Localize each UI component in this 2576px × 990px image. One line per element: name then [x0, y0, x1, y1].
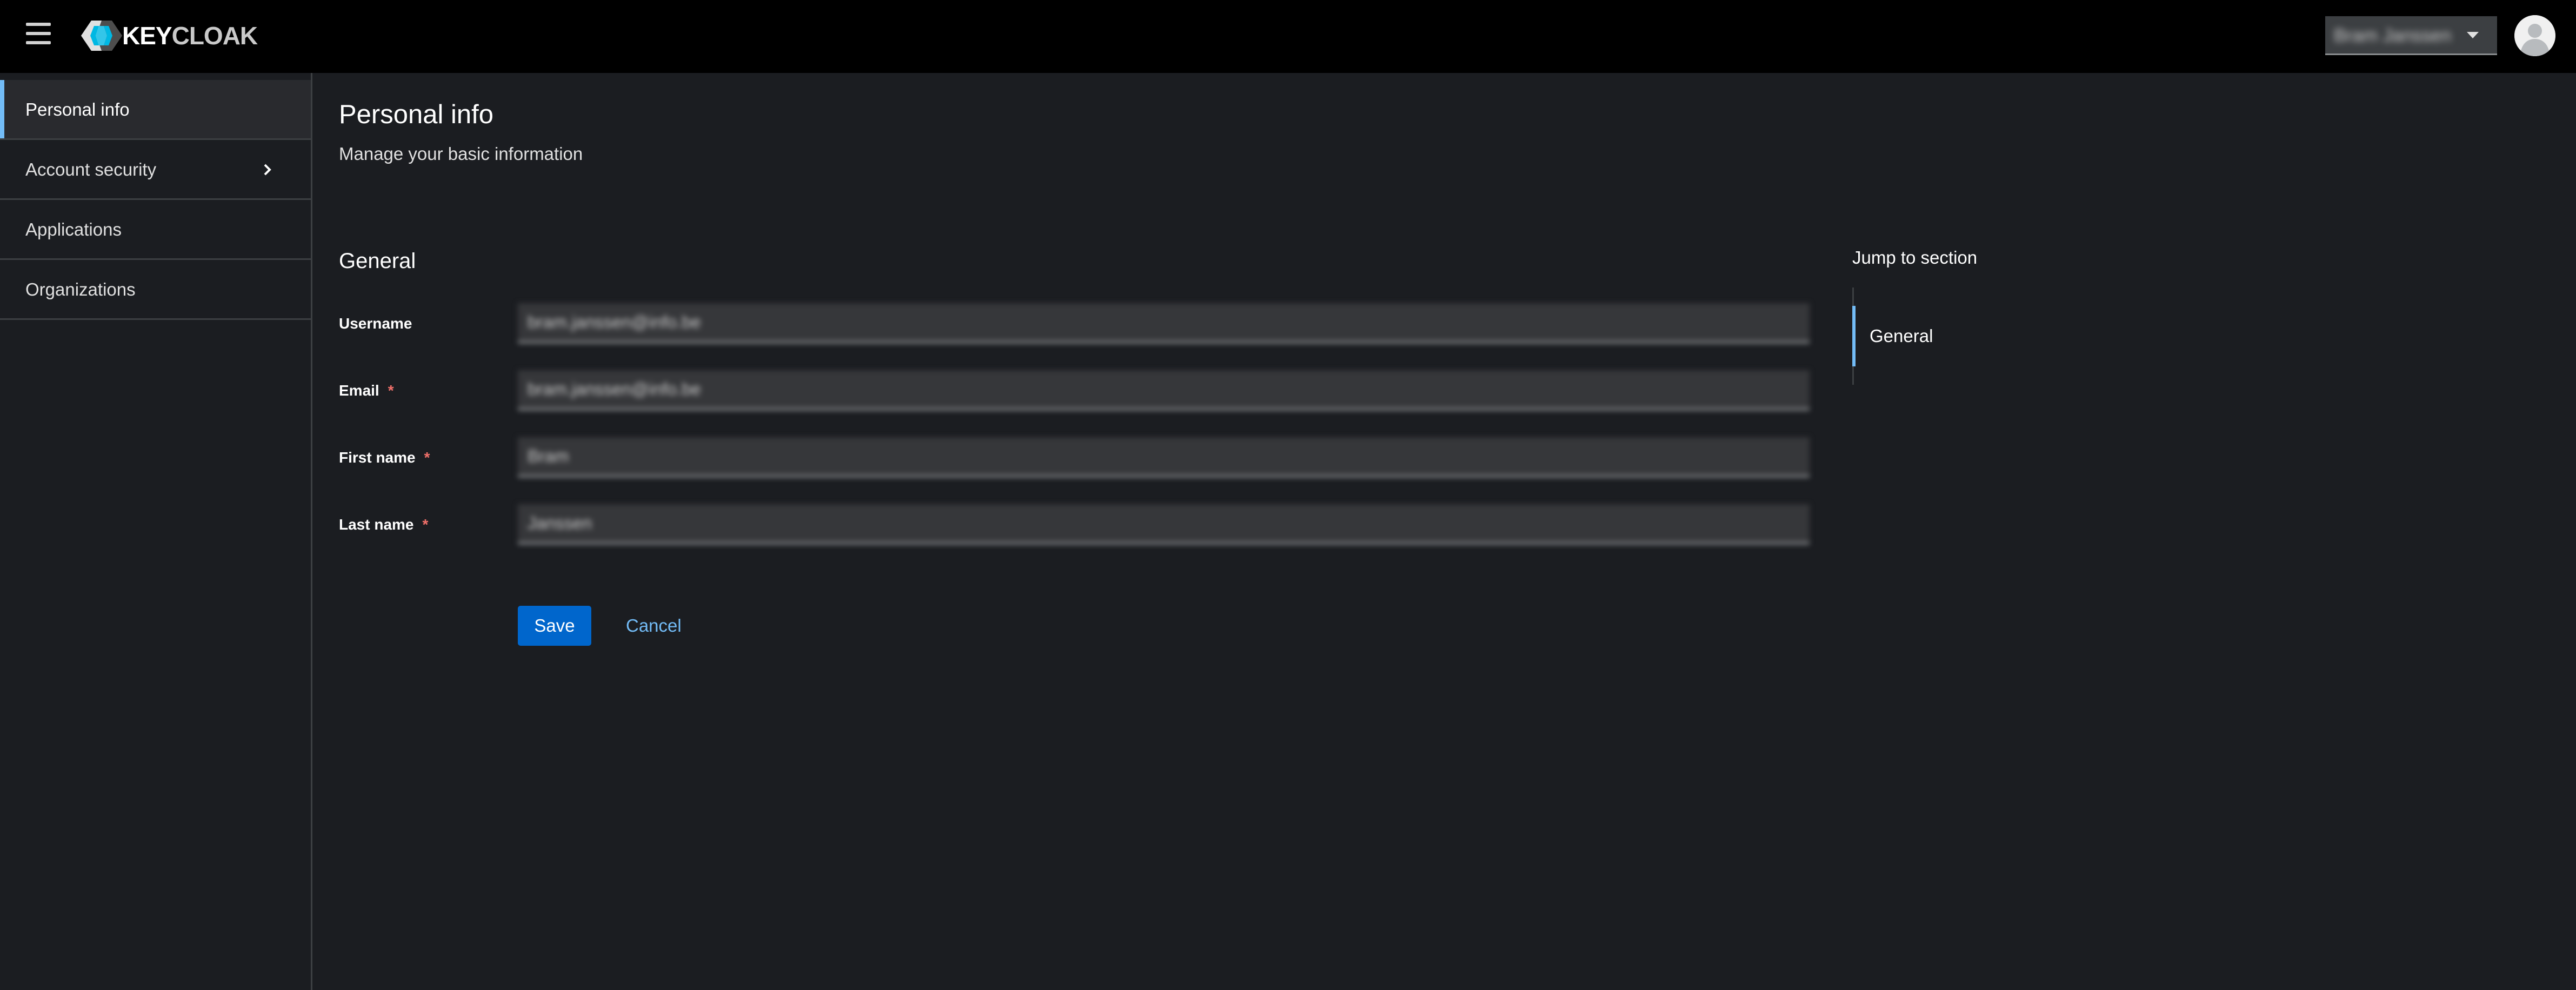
sidebar-item-label: Organizations	[25, 279, 136, 299]
page-subtitle: Manage your basic information	[339, 144, 583, 164]
user-menu-toggle[interactable]: Bram Janssen	[2325, 16, 2497, 55]
avatar-silhouette-icon	[2514, 15, 2555, 56]
email-label-text: Email	[339, 382, 379, 399]
email-label: Email *	[339, 382, 394, 400]
username-label: Username	[339, 315, 412, 333]
username-field[interactable]	[518, 303, 1810, 343]
first-name-label: First name *	[339, 449, 430, 467]
brand-text-cloak: CLOAK	[171, 22, 258, 50]
jump-link-general[interactable]: General	[1852, 306, 2014, 366]
email-field[interactable]	[518, 370, 1810, 410]
sidebar-item-label: Personal info	[25, 99, 130, 119]
last-name-label: Last name *	[339, 516, 428, 534]
sidebar-item-label: Applications	[25, 219, 122, 239]
section-title-general: General	[339, 249, 416, 273]
save-button[interactable]: Save	[518, 606, 591, 646]
first-name-label-text: First name	[339, 449, 416, 466]
sidebar-item-organizations[interactable]: Organizations	[0, 260, 311, 320]
last-name-field[interactable]	[518, 504, 1810, 544]
hamburger-icon[interactable]	[26, 23, 51, 44]
jump-link-label: General	[1870, 326, 1933, 346]
sidebar-item-account-security[interactable]: Account security	[0, 140, 311, 200]
keycloak-logo-icon	[81, 21, 122, 51]
sidebar-item-label: Account security	[25, 159, 157, 179]
sidebar-item-personal-info[interactable]: Personal info	[0, 80, 311, 140]
caret-down-icon	[2467, 32, 2479, 38]
user-name: Bram Janssen	[2334, 25, 2452, 46]
keycloak-wordmark: KEYCLOAK	[122, 19, 258, 52]
user-avatar-icon[interactable]	[2514, 15, 2555, 56]
required-marker: *	[388, 382, 394, 399]
masthead: KEYCLOAK Bram Janssen	[0, 0, 2576, 73]
last-name-label-text: Last name	[339, 516, 414, 533]
sidebar-item-applications[interactable]: Applications	[0, 200, 311, 260]
first-name-field[interactable]	[518, 437, 1810, 477]
required-marker: *	[424, 449, 430, 466]
page-title: Personal info	[339, 100, 494, 129]
brand-text-key: KEY	[122, 22, 172, 50]
jump-links-title: Jump to section	[1852, 247, 1978, 267]
username-label-text: Username	[339, 315, 412, 332]
keycloak-logo[interactable]: KEYCLOAK	[81, 19, 258, 52]
chevron-right-icon	[264, 164, 271, 176]
sidebar-nav: Personal info Account security Applicati…	[0, 73, 312, 990]
cancel-button[interactable]: Cancel	[616, 606, 691, 646]
required-marker: *	[422, 516, 429, 533]
